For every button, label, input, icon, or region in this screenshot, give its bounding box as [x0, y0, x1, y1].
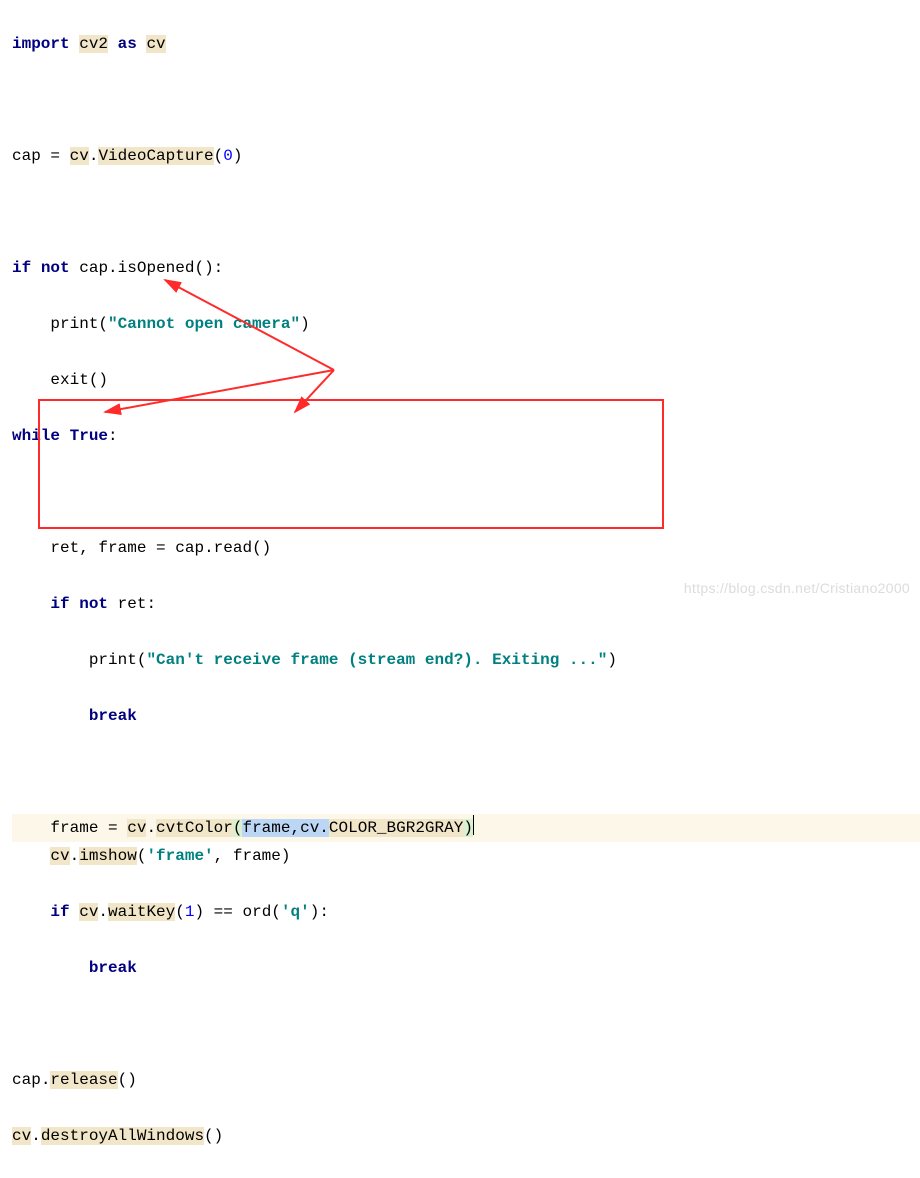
code-line [12, 478, 920, 506]
code-line: ret, frame = cap.read() [12, 534, 920, 562]
code-line: break [12, 702, 920, 730]
code-line: cap.release() [12, 1066, 920, 1094]
code-line-current: frame = cv.cvtColor(frame,cv.COLOR_BGR2G… [12, 814, 920, 842]
code-line [12, 758, 920, 786]
text-caret [473, 815, 474, 835]
code-line: break [12, 954, 920, 982]
code-line [12, 86, 920, 114]
code-line: cap = cv.VideoCapture(0) [12, 142, 920, 170]
code-editor[interactable]: import cv2 as cv cap = cv.VideoCapture(0… [0, 0, 920, 1178]
code-line: while True: [12, 422, 920, 450]
code-line: cv.destroyAllWindows() [12, 1122, 920, 1150]
code-line [12, 198, 920, 226]
code-line: if not ret: [12, 590, 920, 618]
code-line: import cv2 as cv [12, 30, 920, 58]
code-line: exit() [12, 366, 920, 394]
code-line: if cv.waitKey(1) == ord('q'): [12, 898, 920, 926]
code-line: if not cap.isOpened(): [12, 254, 920, 282]
code-line [12, 1010, 920, 1038]
code-line: print("Cannot open camera") [12, 310, 920, 338]
code-line: print("Can't receive frame (stream end?)… [12, 646, 920, 674]
code-line: cv.imshow('frame', frame) [12, 842, 920, 870]
